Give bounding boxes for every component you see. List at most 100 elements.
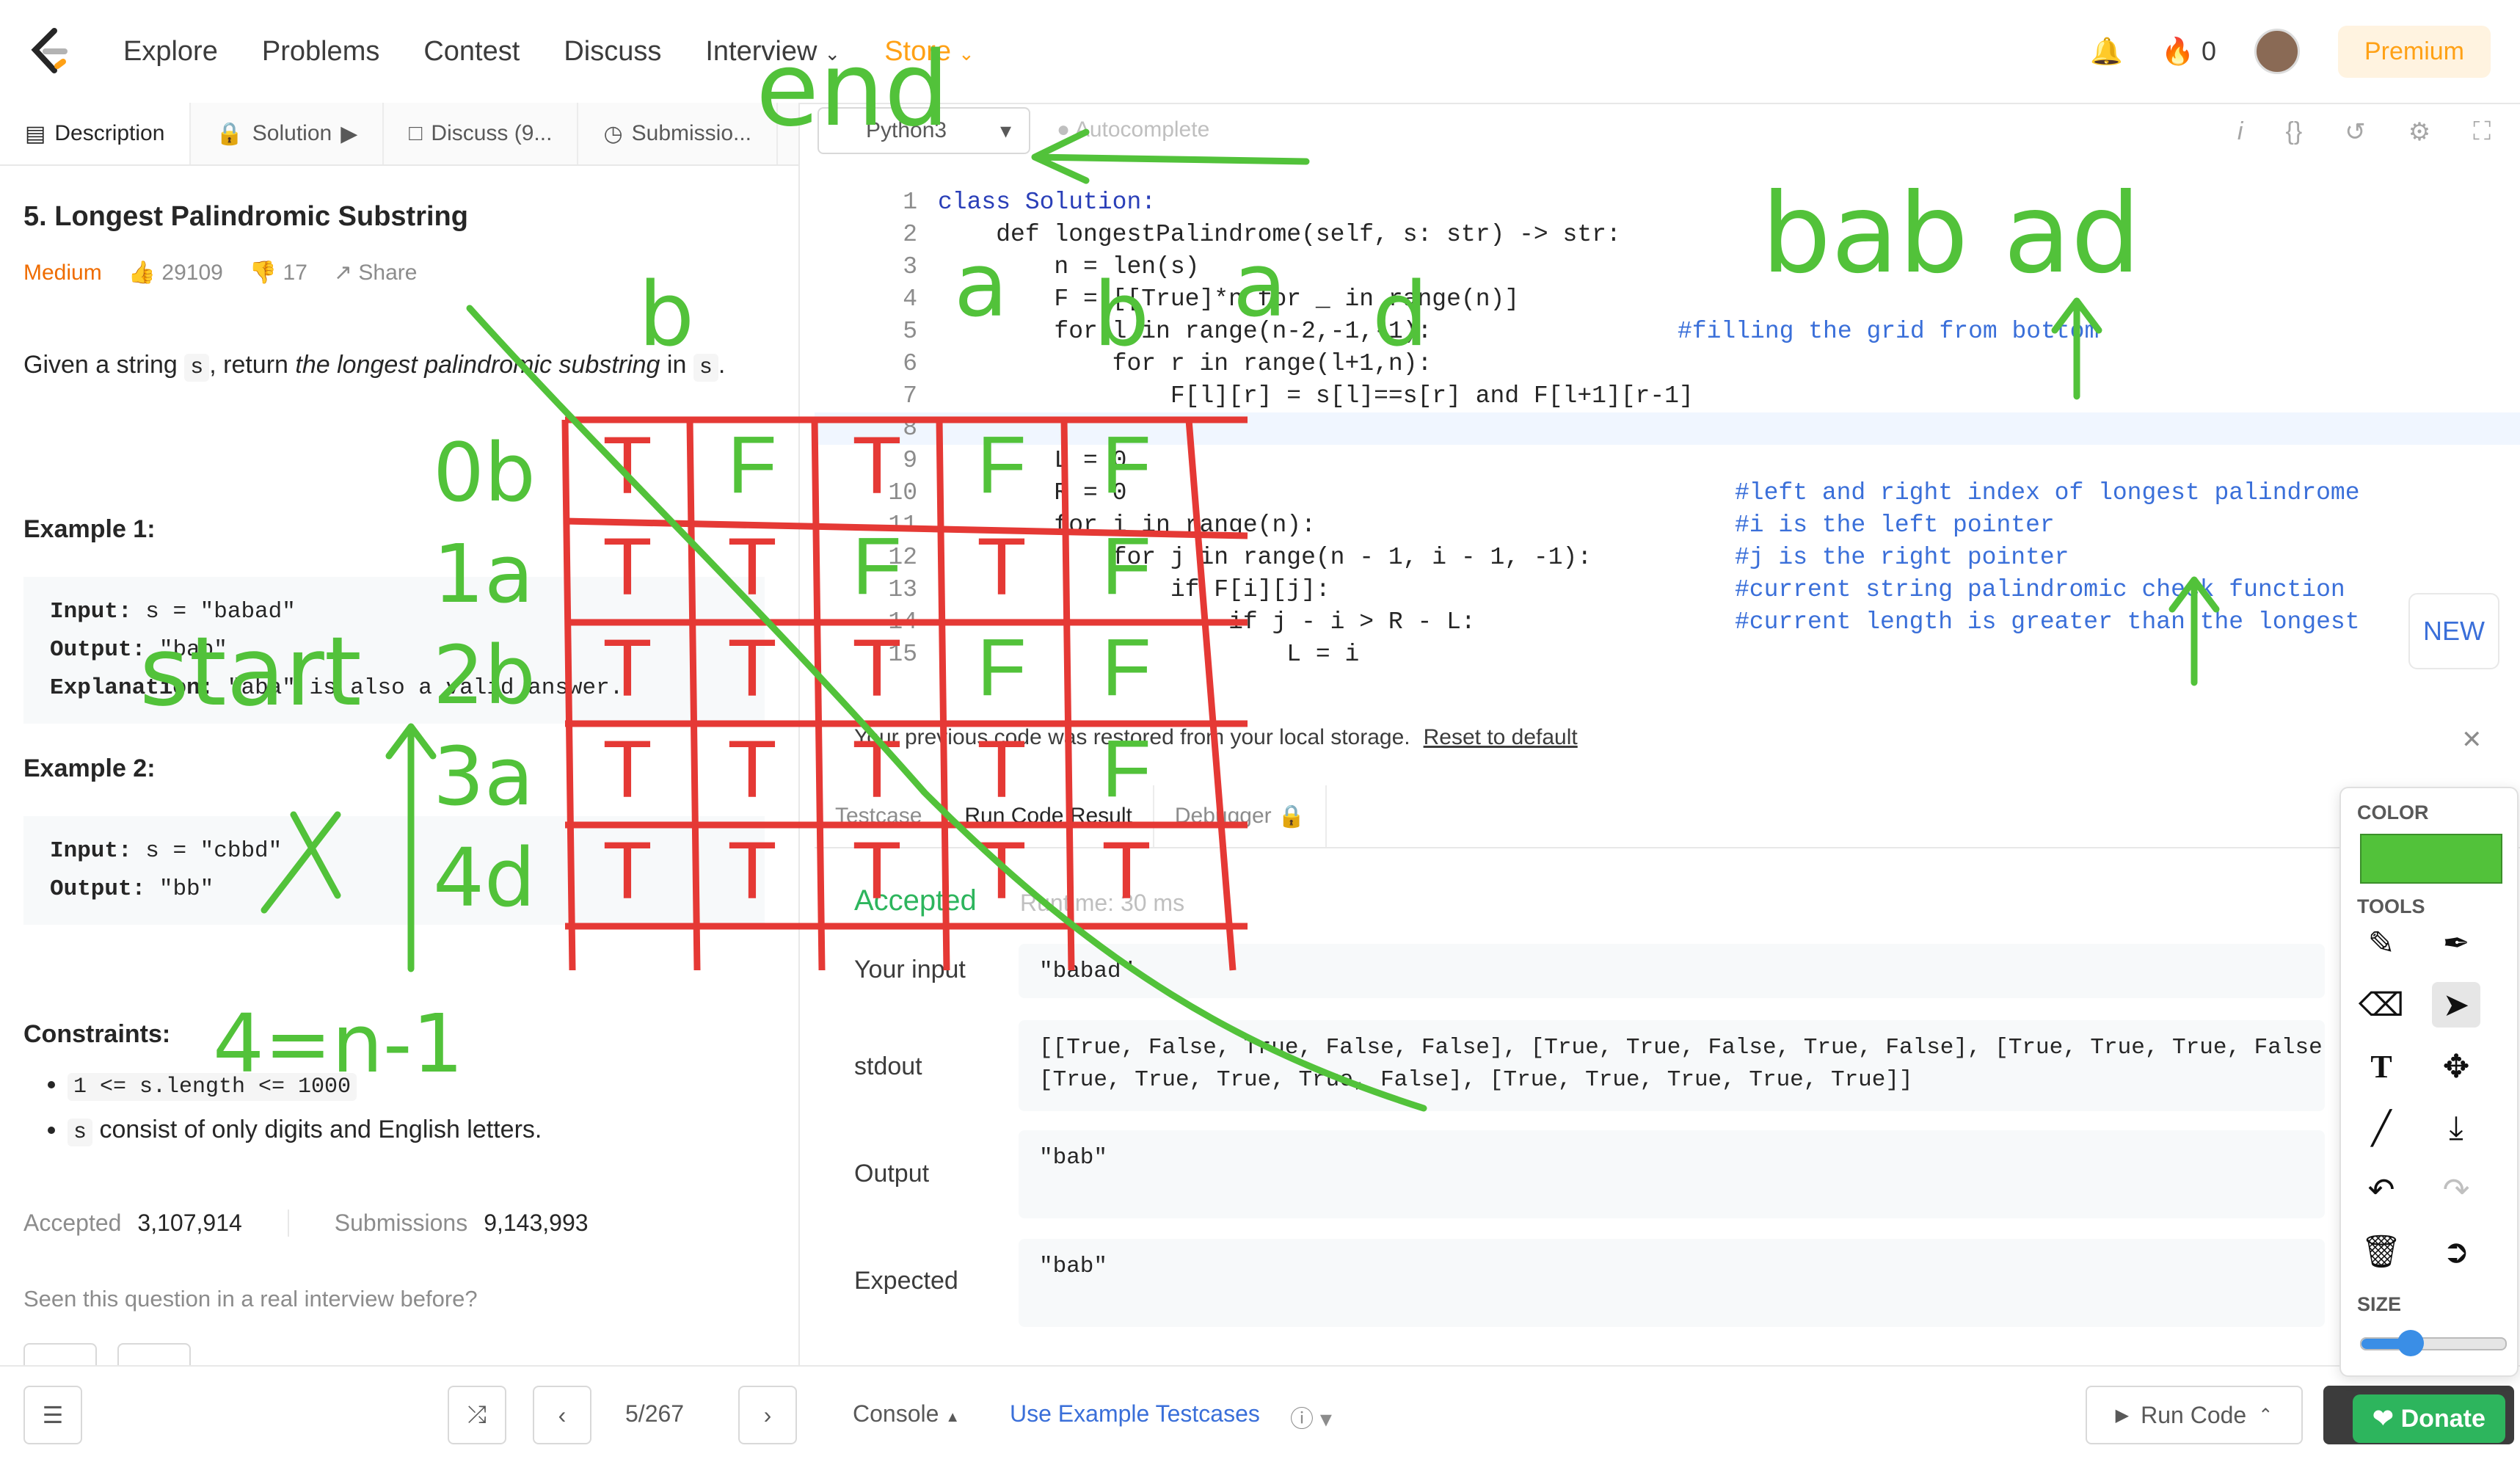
value: s = "babad": [145, 599, 296, 625]
help-icon[interactable]: ⓘ ▾: [1290, 1400, 1332, 1434]
avatar[interactable]: [2254, 29, 2300, 74]
problem-list-button[interactable]: ☰: [23, 1386, 82, 1444]
value: s = "cbbd": [145, 838, 283, 864]
leetcode-logo[interactable]: [25, 25, 69, 76]
autocomplete-toggle[interactable]: ● Autocomplete: [1057, 117, 1209, 142]
cursor-icon[interactable]: ➤: [2432, 982, 2480, 1028]
reset-to-default-link[interactable]: Reset to default: [1424, 725, 1578, 749]
nav-contest[interactable]: Contest: [423, 36, 520, 68]
shuffle-button[interactable]: ⤮: [448, 1386, 506, 1444]
label: Input:: [50, 838, 132, 864]
color-swatch[interactable]: [2360, 834, 2502, 884]
trash-icon[interactable]: 🗑: [2357, 1229, 2406, 1274]
problem-tabs: ▤ Description 🔒 Solution ▶ □ Discuss (9... ◷…: [0, 103, 798, 166]
restore-message: Your previous code was restored from you…: [854, 725, 1410, 749]
tab-discuss[interactable]: □ Discuss (9...: [384, 103, 579, 164]
eraser-icon[interactable]: ⌫: [2357, 982, 2406, 1028]
tab-submissions[interactable]: ◷ Submissio...: [578, 103, 779, 164]
problem-title: 5. Longest Palindromic Substring: [23, 201, 468, 232]
redo-icon[interactable]: ↷: [2432, 1167, 2480, 1212]
size-label: SIZE: [2357, 1293, 2402, 1315]
nav-explore[interactable]: Explore: [123, 36, 218, 68]
nav-discuss[interactable]: Discuss: [564, 36, 661, 68]
code-line: L = 0: [938, 447, 1127, 474]
play-icon: ▶: [341, 121, 358, 146]
download-icon[interactable]: ⤓: [2432, 1105, 2480, 1151]
console-toggle[interactable]: Console ▲: [853, 1400, 960, 1428]
constraint-item: s consist of only digits and English let…: [68, 1110, 542, 1152]
size-slider[interactable]: [2360, 1330, 2507, 1356]
code-comment: #left and right index of longest palindr…: [1735, 479, 2360, 506]
reset-icon[interactable]: ↺: [2345, 117, 2366, 147]
size-slider-knob[interactable]: [2397, 1330, 2424, 1356]
use-example-testcases-link[interactable]: Use Example Testcases: [1010, 1400, 1260, 1428]
problem-stats: Accepted 3,107,914 Submissions 9,143,993: [23, 1210, 589, 1237]
constraint-code: 1 <= s.length <= 1000: [68, 1073, 357, 1101]
settings-icon[interactable]: ⚙: [2408, 117, 2430, 147]
code-line: def longestPalindrome(self, s: str) -> s…: [938, 221, 1621, 248]
line-number: 14: [888, 608, 917, 636]
tab-debugger[interactable]: Debugger 🔒: [1154, 785, 1328, 847]
highlighter-icon[interactable]: ✒: [2432, 920, 2480, 966]
line-icon[interactable]: ╱: [2357, 1105, 2406, 1151]
close-icon[interactable]: ✕: [2461, 725, 2483, 754]
language-select[interactable]: Python3 ▾: [817, 107, 1030, 154]
example-2-title: Example 2:: [23, 754, 156, 782]
code-line: F[l][r] = s[l]==s[r] and F[l+1][r-1]: [938, 382, 1694, 410]
difficulty-badge: Medium: [23, 260, 102, 285]
donate-button[interactable]: ❤ Donate: [2353, 1394, 2505, 1443]
code-line: for i in range(n):: [938, 512, 1316, 539]
premium-button[interactable]: Premium: [2337, 25, 2491, 78]
input-label: Your input: [854, 956, 966, 983]
lock-icon: 🔒: [216, 121, 244, 146]
nav-problems[interactable]: Problems: [262, 36, 380, 68]
pencil-icon[interactable]: ✎: [2357, 920, 2406, 966]
expected-value: "bab": [1019, 1239, 2325, 1327]
new-feature-badge[interactable]: NEW: [2408, 593, 2499, 669]
nav-interview[interactable]: Interview ⌄: [705, 36, 840, 68]
autocomplete-label: Autocomplete: [1074, 117, 1210, 142]
submissions-count: 9,143,993: [484, 1210, 589, 1236]
fullscreen-icon[interactable]: ⛶: [2473, 117, 2491, 147]
code-editor[interactable]: 1 2 3 4 5 6 7 8 9 10 11 12 13 14 15 clas…: [815, 164, 2520, 708]
info-icon[interactable]: i: [2237, 117, 2243, 147]
share-button[interactable]: ↗ Share: [334, 260, 418, 286]
like-count: 29109: [161, 261, 223, 285]
tab-description[interactable]: ▤ Description: [0, 103, 192, 164]
problem-panel: ▤ Description 🔒 Solution ▶ □ Discuss (9... ◷…: [0, 103, 800, 1374]
desc-text: .: [718, 351, 726, 379]
lock-icon: 🔒: [1277, 804, 1305, 829]
run-code-button[interactable]: ▶ Run Code ⌃: [2086, 1386, 2303, 1444]
tab-submissions-label: Submissio...: [631, 121, 752, 145]
caret-up-icon: ▲: [945, 1409, 961, 1425]
code-line: for j in range(n - 1, i - 1, -1):: [938, 544, 1592, 571]
tab-solution[interactable]: 🔒 Solution ▶: [191, 103, 385, 164]
main-nav: Explore Problems Contest Discuss Intervi…: [123, 0, 975, 103]
undo-icon[interactable]: ↶: [2357, 1167, 2406, 1212]
tab-run-code-result[interactable]: Run Code Result: [944, 785, 1154, 847]
code-comment: #j is the right pointer: [1735, 544, 2069, 571]
braces-icon[interactable]: {}: [2285, 117, 2302, 147]
shuffle-icon: ⤮: [467, 1401, 487, 1428]
line-numbers: 1 2 3 4 5 6 7 8 9 10 11 12 13 14 15: [859, 186, 917, 671]
code-line: class Solution:: [938, 189, 1157, 216]
tab-description-label: Description: [54, 121, 165, 145]
nav-store[interactable]: Store ⌄: [884, 36, 975, 68]
exit-icon[interactable]: ➲: [2432, 1229, 2480, 1274]
like-button[interactable]: 👍 29109: [128, 260, 223, 286]
text-icon[interactable]: T: [2357, 1044, 2406, 1089]
prev-problem-button[interactable]: ‹: [533, 1386, 591, 1444]
fire-icon: 🔥: [2161, 36, 2194, 66]
code-comments: #filling the grid from bottom #left and …: [1678, 186, 2360, 639]
next-problem-button[interactable]: ›: [738, 1386, 797, 1444]
top-navbar: Explore Problems Contest Discuss Intervi…: [0, 0, 2520, 104]
dislike-button[interactable]: 👎 17: [250, 260, 307, 286]
streak[interactable]: 🔥 0: [2161, 36, 2216, 67]
move-icon[interactable]: ✥: [2432, 1044, 2480, 1089]
submissions-label: Submissions: [334, 1210, 468, 1236]
bell-icon[interactable]: 🔔: [2090, 36, 2123, 67]
nav-store-label: Store: [884, 35, 952, 67]
tab-testcase[interactable]: Testcase: [815, 785, 944, 847]
line-number: 5: [903, 318, 917, 345]
